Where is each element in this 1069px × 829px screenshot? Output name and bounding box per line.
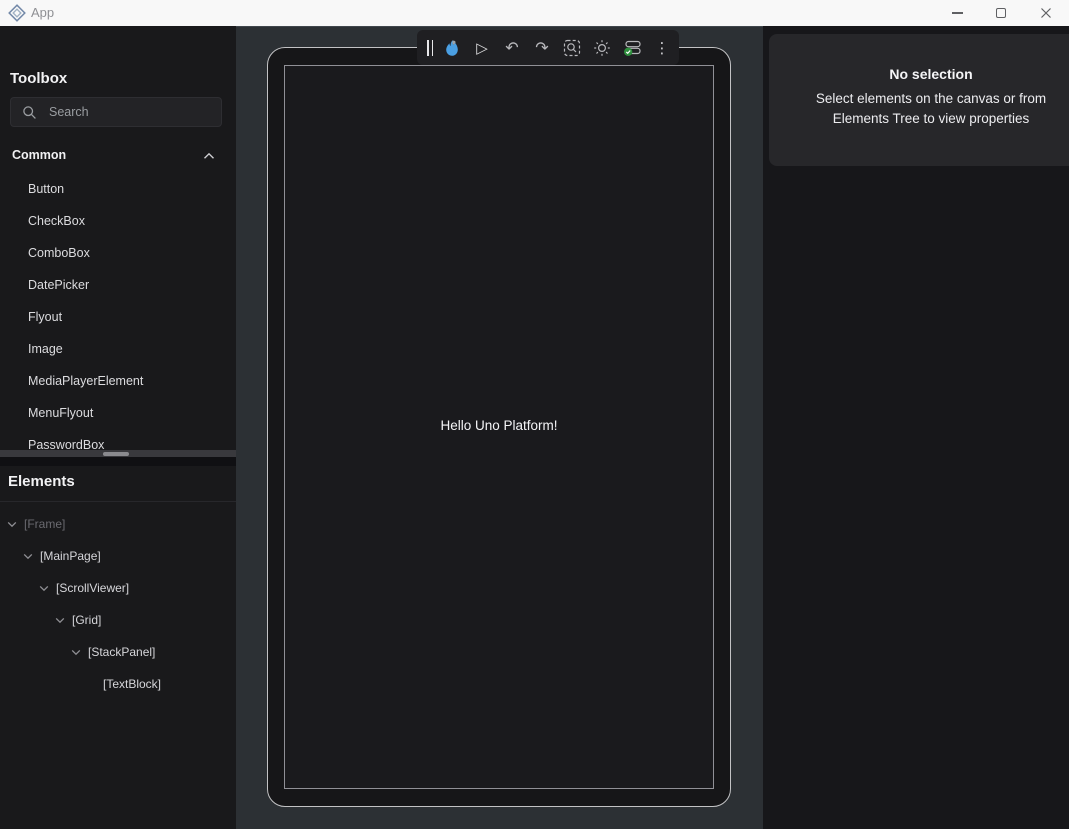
uno-platform-logo-icon <box>8 4 26 22</box>
toolbox-section-common[interactable]: Common <box>0 145 236 169</box>
chevron-down-icon[interactable] <box>23 553 33 560</box>
redo-icon: ↷ <box>535 40 548 56</box>
chevron-down-icon[interactable] <box>39 585 49 592</box>
runtime-status-icon <box>623 39 642 57</box>
no-selection-line1: Select elements on the canvas or from <box>801 89 1061 109</box>
tree-item-label: [MainPage] <box>40 545 101 567</box>
textblock-hello[interactable]: Hello Uno Platform! <box>285 418 713 433</box>
window-title: App <box>31 0 54 26</box>
title-bar: App <box>0 0 1069 26</box>
runtime-status-button[interactable] <box>619 35 645 61</box>
designer-toolbar: ▷ ↶ ↷ <box>417 30 679 65</box>
toolbox-panel-title: Toolbox <box>10 70 67 87</box>
chevron-up-icon <box>203 152 215 160</box>
left-sidebar: Toolbox Common Button CheckBox ComboBox … <box>0 26 236 829</box>
scrollbar-thumb[interactable] <box>103 452 129 456</box>
toolbox-item-checkbox[interactable]: CheckBox <box>0 210 236 232</box>
search-icon <box>22 105 38 121</box>
tree-item-label: [ScrollViewer] <box>56 577 129 599</box>
toolbox-item-button[interactable]: Button <box>0 178 236 200</box>
theme-sun-icon <box>593 39 611 57</box>
toolbox-search[interactable] <box>10 97 222 127</box>
hot-design-window: App Toolbox Common Button CheckBox Combo <box>0 0 1069 829</box>
tree-item-label: [Frame] <box>24 513 65 535</box>
toolbox-item-menuflyout[interactable]: MenuFlyout <box>0 402 236 424</box>
toolbox-item-flyout[interactable]: Flyout <box>0 306 236 328</box>
maximize-button[interactable] <box>979 0 1022 26</box>
hot-reload-flame-icon <box>444 39 460 57</box>
no-selection-message: No selection Select elements on the canv… <box>801 66 1061 129</box>
tree-item-label: [Grid] <box>72 609 101 631</box>
chevron-down-icon[interactable] <box>7 521 17 528</box>
no-selection-line2: Elements Tree to view properties <box>801 109 1061 129</box>
tree-item-label: [TextBlock] <box>103 673 161 695</box>
play-button[interactable]: ▷ <box>469 35 495 61</box>
redo-button[interactable]: ↷ <box>529 35 555 61</box>
chevron-down-icon[interactable] <box>55 617 65 624</box>
element-picker-button[interactable] <box>559 35 585 61</box>
elements-panel-title: Elements <box>8 473 75 490</box>
minimize-icon <box>952 12 963 14</box>
panel-separator <box>0 457 236 466</box>
section-label: Common <box>12 148 66 162</box>
close-button[interactable] <box>1024 0 1067 26</box>
device-frame: Hello Uno Platform! <box>267 47 731 807</box>
tree-item-textblock[interactable]: [TextBlock] <box>0 673 236 695</box>
hot-reload-button[interactable] <box>439 35 465 61</box>
close-icon <box>1040 7 1052 19</box>
tree-item-label: [StackPanel] <box>88 641 155 663</box>
device-screen[interactable]: Hello Uno Platform! <box>284 65 714 789</box>
theme-toggle-button[interactable] <box>589 35 615 61</box>
tree-item-grid[interactable]: [Grid] <box>0 609 236 631</box>
toolbox-horizontal-scrollbar[interactable] <box>0 450 236 457</box>
more-options-button[interactable]: ⋮ <box>649 35 675 61</box>
search-input[interactable] <box>49 98 217 126</box>
tree-item-frame[interactable]: [Frame] <box>0 513 236 535</box>
toolbox-item-combobox[interactable]: ComboBox <box>0 242 236 264</box>
tree-item-scrollviewer[interactable]: [ScrollViewer] <box>0 577 236 599</box>
tree-item-stackpanel[interactable]: [StackPanel] <box>0 641 236 663</box>
tree-item-mainpage[interactable]: [MainPage] <box>0 545 236 567</box>
toolbox-item-image[interactable]: Image <box>0 338 236 360</box>
undo-button[interactable]: ↶ <box>499 35 525 61</box>
maximize-icon <box>996 8 1006 18</box>
divider <box>0 501 236 502</box>
chevron-down-icon[interactable] <box>71 649 81 656</box>
properties-panel: No selection Select elements on the canv… <box>769 34 1069 166</box>
design-canvas[interactable]: Hello Uno Platform! <box>236 26 763 829</box>
toolbox-item-mediaplayerelement[interactable]: MediaPlayerElement <box>0 370 236 392</box>
no-selection-title: No selection <box>801 66 1061 82</box>
play-icon: ▷ <box>476 40 488 56</box>
element-picker-icon <box>563 39 581 57</box>
toolbar-drag-handle[interactable] <box>423 40 437 56</box>
undo-icon: ↶ <box>505 40 518 56</box>
more-kebab-icon: ⋮ <box>655 40 670 56</box>
toolbox-item-datepicker[interactable]: DatePicker <box>0 274 236 296</box>
minimize-button[interactable] <box>936 0 979 26</box>
